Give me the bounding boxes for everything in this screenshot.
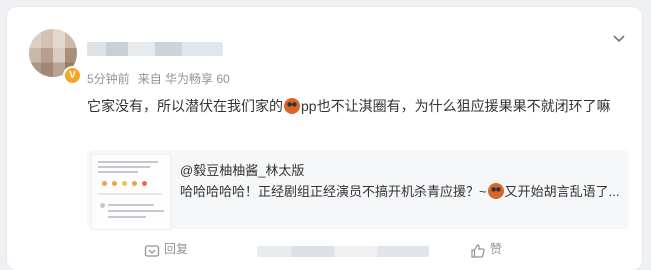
post-text-part1: 它家没有，所以潜伏在我们家的 xyxy=(87,98,283,114)
repost-thumbnail[interactable] xyxy=(91,154,171,230)
comment-label[interactable]: 回复 xyxy=(164,242,188,256)
thumbs-up-icon[interactable] xyxy=(470,243,486,264)
like-button[interactable]: 赞 xyxy=(490,239,502,259)
repost-text: 哈哈哈哈哈！正经剧组正经演员不搞开机杀青应援？~ 又开始胡言乱语了... xyxy=(180,182,620,202)
repost-text-part1: 哈哈哈哈哈！正经剧组正经演员不搞开机杀青应援？~ xyxy=(180,184,487,199)
username-redacted[interactable] xyxy=(87,42,223,56)
repost-icon[interactable] xyxy=(144,243,160,264)
comment-button[interactable]: 回复 xyxy=(164,239,188,259)
verified-badge-icon: V xyxy=(63,66,82,85)
post-text: 它家没有，所以潜伏在我们家的 pp也不让淇圈有，为什么狙应援果果不就闭环了嘛 xyxy=(87,95,632,117)
post-meta: 5分钟前 来自 华为畅享 60 xyxy=(87,70,238,87)
dog-emoji-icon xyxy=(284,98,300,114)
repost-text-part2: 又开始胡言乱语了... xyxy=(504,184,620,199)
repost-card[interactable]: @毅豆柚柚酱_林太版 哈哈哈哈哈！正经剧组正经演员不搞开机杀青应援？~ 又开始胡言… xyxy=(87,150,629,230)
like-label[interactable]: 赞 xyxy=(490,242,502,256)
post-source: 来自 华为畅享 60 xyxy=(137,72,230,86)
repost-author[interactable]: @毅豆柚柚酱_林太版 xyxy=(180,160,304,179)
comment-input-redacted[interactable] xyxy=(257,246,429,257)
post-text-part2: pp也不让淇圈有，为什么狙应援果果不就闭环了嘛 xyxy=(301,98,611,114)
chevron-down-icon[interactable] xyxy=(611,31,627,47)
post-time[interactable]: 5分钟前 xyxy=(87,72,130,86)
weibo-post-card: V 5分钟前 来自 华为畅享 60 它家没有，所以潜伏在我们家的 pp也不让淇圈有，… xyxy=(7,7,642,270)
dog-emoji-icon xyxy=(487,183,504,199)
